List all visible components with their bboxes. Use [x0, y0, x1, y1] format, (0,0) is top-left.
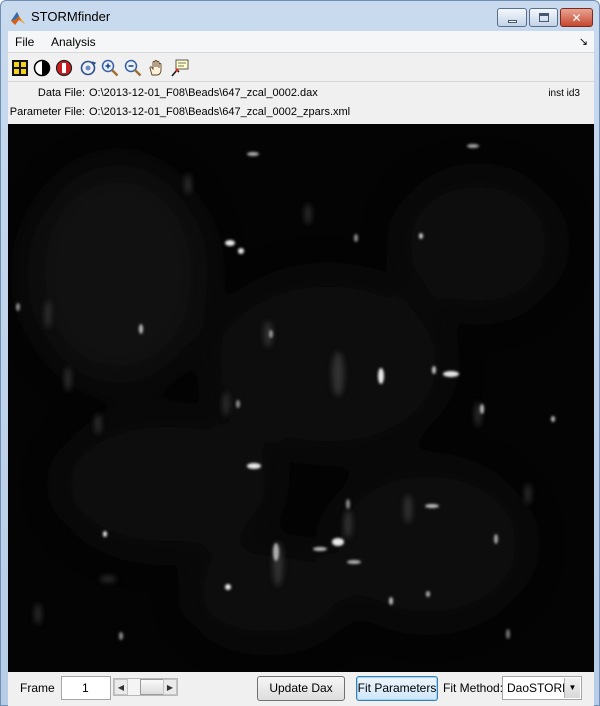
maximize-button[interactable]	[529, 8, 558, 27]
close-button[interactable]: ✕	[560, 8, 593, 27]
slider-left-arrow-icon[interactable]: ◀	[114, 679, 128, 695]
parameter-file-label: Parameter File:	[9, 106, 85, 118]
frame-label: Frame	[20, 681, 55, 695]
fit-method-value: DaoSTORM	[507, 681, 573, 695]
file-info-panel: Data File: O:\2013-12-01_F08\Beads\647_z…	[8, 83, 594, 123]
menu-overflow-arrow-icon[interactable]: ↘	[579, 35, 588, 48]
toolbar	[8, 54, 594, 82]
parameter-file-path: O:\2013-12-01_F08\Beads\647_zcal_0002_zp…	[89, 106, 351, 118]
chevron-down-icon[interactable]: ▼	[564, 678, 580, 698]
image-view[interactable]	[8, 124, 594, 672]
menu-bar: File Analysis ↘	[8, 31, 594, 53]
title-bar[interactable]: STORMfinder ✕	[1, 1, 599, 31]
menu-analysis[interactable]: Analysis	[51, 35, 96, 49]
contrast-icon[interactable]	[33, 59, 51, 77]
pan-hand-icon[interactable]	[147, 59, 165, 77]
data-cursor-icon[interactable]	[171, 59, 189, 77]
rotate-3d-icon[interactable]	[79, 59, 97, 77]
data-file-path: O:\2013-12-01_F08\Beads\647_zcal_0002.da…	[89, 87, 318, 99]
select-grid-icon[interactable]	[11, 59, 29, 77]
frame-slider[interactable]: ◀ ▶	[113, 678, 178, 696]
client-area: File Analysis ↘ Data File: O:\2013-12-01…	[8, 31, 594, 706]
record-icon[interactable]	[55, 59, 73, 77]
minimize-icon	[508, 20, 517, 23]
window-title: STORMfinder	[31, 9, 111, 24]
data-file-label: Data File:	[37, 87, 85, 99]
slider-right-arrow-icon[interactable]: ▶	[163, 679, 177, 695]
fit-parameters-button[interactable]: Fit Parameters	[356, 676, 438, 701]
zoom-in-icon[interactable]	[101, 59, 119, 77]
update-dax-file-button[interactable]: Update Dax File	[257, 676, 345, 706]
control-bar: Frame 1 ◀ ▶ Update Dax File Fit Paramete…	[8, 672, 594, 706]
menu-file[interactable]: File	[15, 35, 34, 49]
instance-tag: inst id3	[548, 88, 580, 99]
bead-image	[8, 124, 594, 672]
frame-input[interactable]: 1	[61, 676, 111, 700]
fit-method-label: Fit Method:	[443, 681, 504, 695]
app-window: STORMfinder ✕ File Analysis ↘ Data File:…	[0, 0, 600, 706]
fit-method-select[interactable]: DaoSTORM ▼	[502, 676, 582, 700]
matlab-icon	[11, 12, 25, 25]
maximize-icon	[539, 13, 549, 22]
zoom-out-icon[interactable]	[124, 59, 142, 77]
minimize-button[interactable]	[497, 8, 527, 27]
close-icon: ✕	[571, 11, 582, 25]
